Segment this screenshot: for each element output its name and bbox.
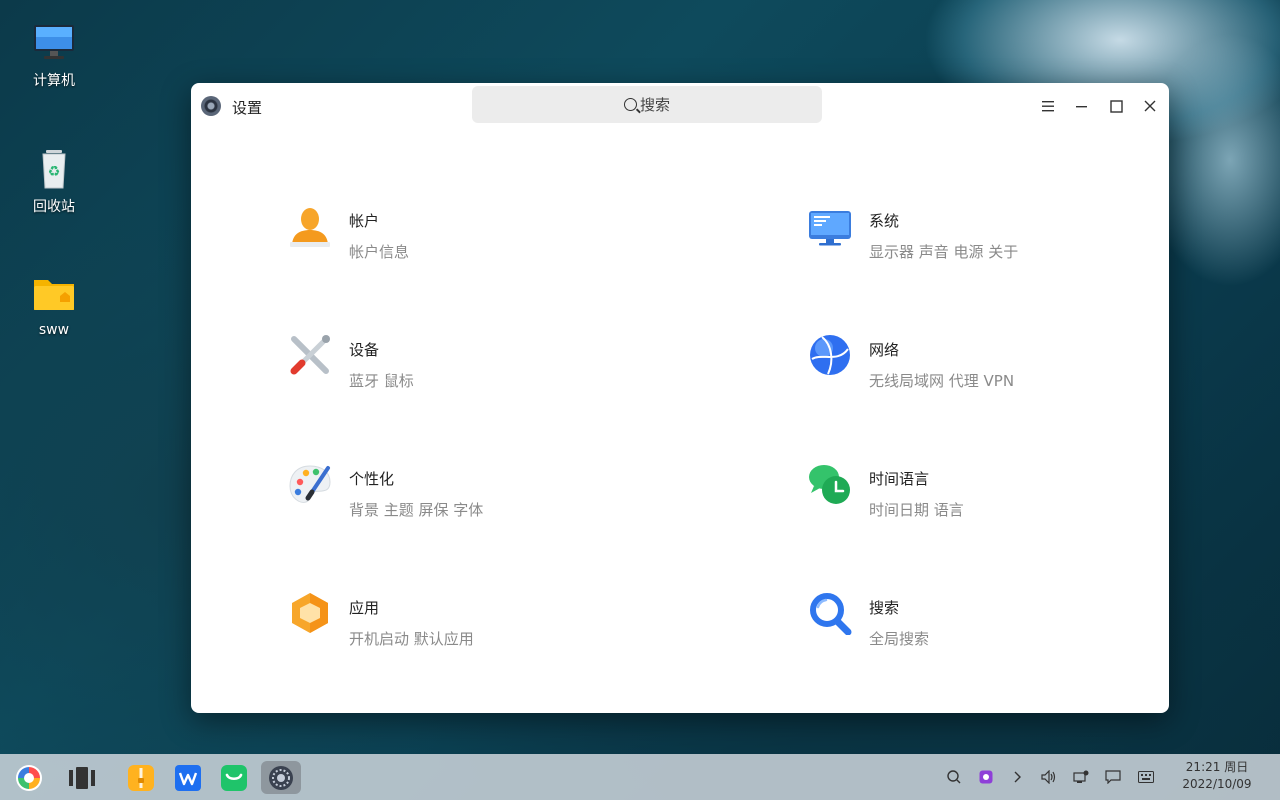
settings-item-system[interactable]: 系统 显示器 声音 电源 关于 [808, 204, 1108, 274]
window-title: 设置 [232, 99, 263, 117]
minimize-button[interactable] [1069, 93, 1095, 119]
tray-screenshot-button[interactable] [977, 768, 995, 786]
settings-item-apps[interactable]: 应用 开机启动 默认应用 [288, 591, 588, 661]
account-icon [288, 204, 332, 248]
search-icon [808, 591, 852, 636]
settings-item-desc: 蓝牙 鼠标 [349, 372, 414, 390]
multitask-view-icon [69, 766, 95, 789]
notification-icon [1105, 770, 1121, 784]
settings-window: 设置 搜索 帐户 帐户信息 系统 显示器 声音 电源 关于 设备 蓝牙 鼠标 网… [191, 83, 1169, 713]
search-placeholder: 搜索 [639, 96, 670, 114]
wechat-button[interactable] [214, 761, 254, 794]
minimize-icon [1076, 106, 1087, 108]
taskbar-clock[interactable]: 21:21 周日 2022/10/09 [1174, 759, 1260, 793]
tray-keyboard-button[interactable] [1137, 768, 1155, 786]
settings-item-desc: 全局搜索 [869, 630, 930, 648]
menu-button[interactable] [1035, 93, 1061, 119]
archive-manager-icon [128, 764, 154, 791]
devices-icon [288, 333, 332, 377]
desktop-icon-label: 计算机 [33, 73, 75, 89]
desktop-icon-recycle-bin[interactable]: ♻ 回收站 [22, 148, 86, 216]
desktop-icon-home-folder[interactable]: sww [22, 274, 86, 338]
settings-item-name: 个性化 [349, 470, 395, 488]
maximize-button[interactable] [1103, 93, 1129, 119]
settings-item-desc: 时间日期 语言 [869, 501, 964, 519]
multitask-view-button[interactable] [62, 761, 102, 794]
desktop-icon-label: sww [38, 322, 70, 338]
start-menu-button[interactable] [9, 761, 49, 794]
tray-network-button[interactable] [1072, 768, 1090, 786]
clock-time: 21:21 周日 [1185, 760, 1249, 774]
computer-icon [32, 22, 76, 66]
settings-item-name: 帐户 [349, 212, 380, 230]
tray-expand-button[interactable] [1009, 768, 1027, 786]
desktop-icon-computer[interactable]: 计算机 [22, 22, 86, 90]
settings-item-name: 设备 [349, 341, 380, 359]
network-icon [808, 333, 852, 377]
settings-item-desc: 无线局域网 代理 VPN [869, 372, 1015, 390]
home-folder-icon [32, 274, 76, 318]
search-icon [947, 770, 961, 784]
wechat-icon [221, 764, 247, 791]
settings-app-icon [201, 96, 221, 116]
settings-item-personalization[interactable]: 个性化 背景 主题 屏保 字体 [288, 462, 588, 532]
settings-item-time-language[interactable]: 时间语言 时间日期 语言 [808, 462, 1108, 532]
tray-notification-button[interactable] [1104, 768, 1122, 786]
apps-icon [288, 591, 332, 635]
titlebar: 设置 搜索 [191, 83, 1169, 129]
settings-app-icon [269, 765, 293, 790]
settings-item-devices[interactable]: 设备 蓝牙 鼠标 [288, 333, 588, 403]
recycle-bin-icon: ♻ [32, 148, 76, 192]
settings-item-name: 系统 [869, 212, 900, 230]
clock-date: 2022/10/09 [1182, 777, 1252, 791]
settings-item-search[interactable]: 搜索 全局搜索 [808, 591, 1108, 661]
desktop-icon-label: 回收站 [33, 199, 75, 215]
volume-icon [1041, 770, 1056, 784]
settings-item-network[interactable]: 网络 无线局域网 代理 VPN [808, 333, 1108, 403]
settings-item-desc: 开机启动 默认应用 [349, 630, 474, 648]
expand-tray-icon [1014, 771, 1021, 783]
settings-item-name: 应用 [349, 599, 380, 617]
personalization-icon [288, 462, 332, 506]
settings-item-account[interactable]: 帐户 帐户信息 [288, 204, 588, 274]
settings-item-desc: 帐户信息 [349, 243, 410, 261]
system-icon [808, 204, 852, 248]
menu-icon [1042, 100, 1054, 111]
settings-item-desc: 显示器 声音 电源 关于 [869, 243, 1019, 261]
tray-search-button[interactable] [945, 768, 963, 786]
settings-item-name: 时间语言 [869, 470, 930, 488]
screenshot-icon [979, 770, 993, 784]
settings-item-name: 搜索 [869, 599, 900, 617]
maximize-icon [1109, 99, 1123, 113]
network-status-icon [1073, 770, 1089, 783]
settings-taskbar-button[interactable] [261, 761, 301, 794]
settings-item-desc: 背景 主题 屏保 字体 [349, 501, 484, 519]
wps-office-icon [175, 764, 201, 791]
wps-office-button[interactable] [168, 761, 208, 794]
close-icon [1144, 100, 1156, 112]
tray-volume-button[interactable] [1040, 768, 1058, 786]
keyboard-icon [1138, 771, 1154, 783]
search-input[interactable]: 搜索 [472, 86, 822, 123]
svg-text:♻: ♻ [48, 164, 61, 180]
time-language-icon [808, 462, 852, 506]
taskbar: 21:21 周日 2022/10/09 [0, 754, 1280, 800]
settings-item-name: 网络 [869, 341, 900, 359]
close-button[interactable] [1137, 93, 1163, 119]
search-icon [623, 98, 637, 111]
archive-manager-button[interactable] [121, 761, 161, 794]
start-menu-icon [16, 764, 42, 791]
